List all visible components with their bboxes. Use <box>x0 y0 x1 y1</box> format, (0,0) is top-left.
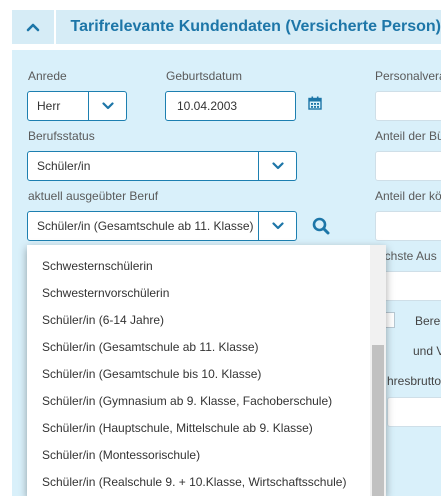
list-item[interactable]: Schüler/in (Montessorischule) <box>42 448 200 462</box>
list-item[interactable]: Schwesternvorschülerin <box>42 286 169 300</box>
list-item[interactable]: Schüler/in (Gymnasium ab 9. Klasse, Fach… <box>42 394 332 408</box>
section-title: Tarifrelevante Kundendaten (Versicherte … <box>70 18 441 35</box>
berufsstatus-value: Schüler/in <box>37 159 91 173</box>
right-label-3: Anteil der kö <box>375 189 441 203</box>
scrollbar-thumb[interactable] <box>372 345 384 496</box>
dropdown-scrollbar[interactable] <box>370 245 386 496</box>
chevron-up-icon <box>26 23 40 32</box>
beruf-label: aktuell ausgeübter Beruf <box>28 189 159 203</box>
list-item[interactable]: Schwesternschülerin <box>42 259 153 273</box>
right-text-3: hresbrutto <box>387 374 441 388</box>
list-item[interactable]: Schüler/in (Gesamtschule bis 10. Klasse) <box>42 367 261 381</box>
list-item[interactable]: Schüler/in (Hauptschule, Mittelschule ab… <box>42 421 313 435</box>
right-label-4: öchste Aus <box>378 249 437 263</box>
beruf-value: Schüler/in (Gesamtschule ab 11. Klasse) <box>37 219 254 233</box>
beruf-select[interactable]: Schüler/in (Gesamtschule ab 11. Klasse) <box>27 211 297 241</box>
list-item[interactable]: Schüler/in (Realschule 9. + 10.Klasse, W… <box>42 475 346 489</box>
right-input-1[interactable] <box>375 91 441 121</box>
beruf-dropdown-list[interactable]: Schwesternschülerin Schwesternvorschüler… <box>27 245 386 496</box>
geburtsdatum-value: 10.04.2003 <box>177 99 238 113</box>
berufsstatus-select[interactable]: Schüler/in <box>27 151 297 181</box>
list-item[interactable]: Schüler/in (6-14 Jahre) <box>42 313 164 327</box>
right-input-5[interactable] <box>387 397 441 427</box>
chevron-down-icon[interactable] <box>258 212 296 240</box>
right-input-3[interactable] <box>375 211 441 241</box>
chevron-down-icon[interactable] <box>88 92 126 120</box>
calendar-icon[interactable] <box>308 96 322 110</box>
list-item[interactable]: Schüler/in (Gesamtschule ab 11. Klasse) <box>42 340 259 354</box>
anrede-value: Herr <box>37 99 61 113</box>
right-label-1: Personalvera <box>375 69 441 83</box>
right-label-2: Anteil der Bü <box>375 129 441 143</box>
collapse-toggle[interactable] <box>12 10 56 44</box>
berufsstatus-label: Berufsstatus <box>28 129 95 143</box>
anrede-select[interactable]: Herr <box>27 91 127 121</box>
chevron-down-icon[interactable] <box>258 152 296 180</box>
search-icon[interactable] <box>312 217 330 235</box>
section-header: Tarifrelevante Kundendaten (Versicherte … <box>12 10 441 44</box>
right-text-1: Bere <box>415 314 441 328</box>
geburtsdatum-label: Geburtsdatum <box>166 69 243 83</box>
right-input-2[interactable] <box>375 151 441 181</box>
right-text-2: und V <box>413 344 441 358</box>
anrede-label: Anrede <box>28 69 67 83</box>
geburtsdatum-input[interactable]: 10.04.2003 <box>165 91 296 121</box>
